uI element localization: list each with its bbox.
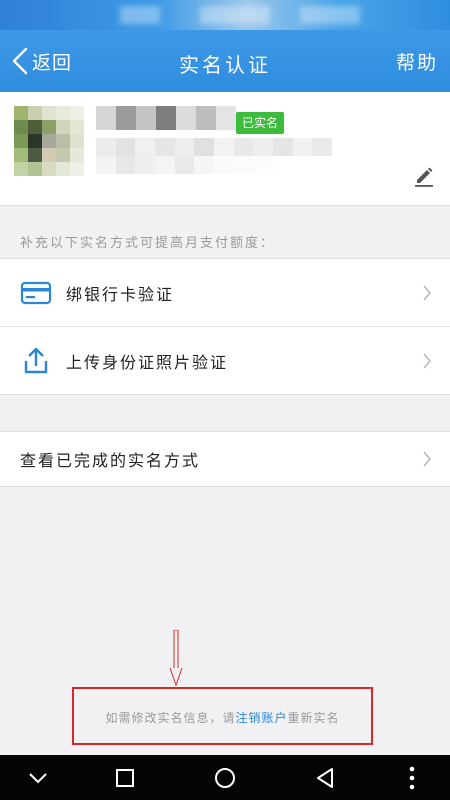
bank-card-verify-label: 绑银行卡验证 [66, 284, 175, 304]
system-nav-bar [0, 755, 450, 800]
view-completed-label: 查看已完成的实名方式 [20, 451, 201, 470]
home-circle-icon [215, 767, 235, 788]
annotation-box: 如需修改实名信息，请注销账户重新实名 [72, 687, 373, 745]
home-button[interactable] [205, 755, 245, 800]
annotation-arrow [169, 630, 183, 686]
chevron-right-icon [422, 451, 432, 471]
status-blur [200, 6, 270, 24]
app-header: 返回 实名认证 帮助 [0, 30, 450, 92]
status-blur [120, 6, 160, 24]
more-button[interactable] [392, 755, 432, 800]
recents-button[interactable] [105, 755, 145, 800]
pencil-icon [415, 167, 433, 187]
more-dots-icon [409, 766, 415, 789]
back-triangle-icon [317, 767, 333, 788]
avatar [14, 106, 84, 176]
chevron-right-icon [422, 284, 432, 305]
system-back-button[interactable] [305, 755, 345, 800]
collapse-nav-button[interactable] [18, 755, 58, 800]
page-title: 实名认证 [179, 53, 271, 77]
id-photo-verify-row[interactable]: 上传身份证照片验证 [0, 326, 450, 395]
chevron-down-icon [29, 772, 47, 783]
bank-card-icon [20, 278, 52, 312]
chevron-right-icon [422, 352, 432, 373]
verified-badge: 已实名 [236, 112, 285, 134]
footer-note-prefix: 如需修改实名信息，请 [105, 711, 236, 725]
id-photo-verify-label: 上传身份证照片验证 [66, 352, 229, 372]
edit-profile-button[interactable] [412, 164, 436, 188]
recents-square-icon [116, 768, 134, 787]
upload-icon [20, 346, 52, 380]
help-button[interactable]: 帮助 [396, 48, 438, 75]
bank-card-verify-row[interactable]: 绑银行卡验证 [0, 258, 450, 327]
status-bar [0, 0, 450, 30]
footer-note: 如需修改实名信息，请注销账户重新实名 [74, 709, 371, 726]
status-blur [300, 6, 360, 24]
upgrade-hint: 补充以下实名方式可提高月支付额度： [20, 236, 276, 251]
deregister-account-link[interactable]: 注销账户 [235, 711, 287, 725]
name-blurred [96, 106, 236, 130]
view-completed-row[interactable]: 查看已完成的实名方式 [0, 431, 450, 487]
profile-card: 已实名 [0, 92, 450, 206]
footer-note-suffix: 重新实名 [287, 711, 340, 725]
account-info-blurred [96, 138, 332, 174]
